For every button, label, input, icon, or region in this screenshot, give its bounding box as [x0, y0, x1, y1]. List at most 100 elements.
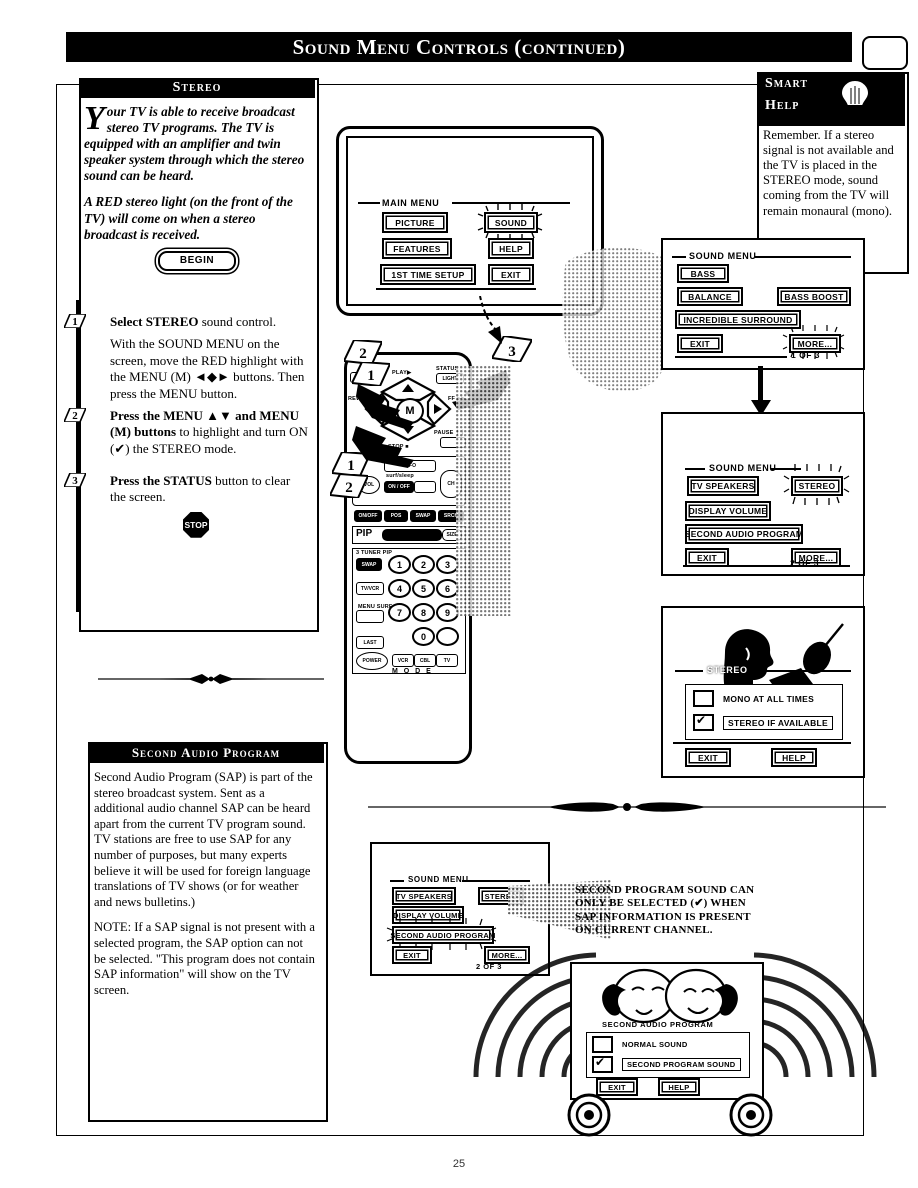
- sound-menu-1-page-indicator: 1 OF 3: [791, 350, 820, 360]
- remote-last-button[interactable]: LAST: [356, 636, 384, 649]
- step-1-body: With the SOUND MENU on the screen, move …: [110, 336, 305, 401]
- checkbox-normal-sound[interactable]: [592, 1036, 613, 1053]
- remote-mode-vcr-button[interactable]: VCR: [392, 654, 414, 667]
- sound-menu-1-bass-boost-button[interactable]: BASS BOOST: [777, 287, 851, 306]
- sound-menu-2-stereo-button[interactable]: STEREO: [791, 476, 843, 496]
- sap-option-normal-sound-label: NORMAL SOUND: [622, 1040, 688, 1049]
- svg-text:3: 3: [72, 475, 78, 487]
- remote-power-button[interactable]: POWER: [356, 652, 388, 670]
- remote-key-dash[interactable]: [436, 627, 459, 646]
- svg-text:1: 1: [72, 316, 78, 328]
- page-title: Sound Menu Controls (continued): [292, 34, 626, 59]
- sap-select-title: SECOND AUDIO PROGRAM: [602, 1020, 714, 1029]
- step-1-heading: Select STEREO: [110, 314, 199, 329]
- sound-menu-1-incredible-surround-button[interactable]: INCREDIBLE SURROUND: [675, 310, 801, 329]
- sound-menu-1-balance-button[interactable]: BALANCE: [677, 287, 743, 306]
- stereo-option-mono[interactable]: MONO AT ALL TIMES: [693, 690, 814, 707]
- arrow-main-menu-to-remote: [470, 296, 506, 348]
- remote-key-4[interactable]: 4: [388, 579, 411, 598]
- steps-vertical-rule: [76, 300, 79, 612]
- remote-key-8[interactable]: 8: [412, 603, 435, 622]
- remote-size-button[interactable]: SIZE: [442, 529, 462, 541]
- sap-panel-body: Second Audio Program (SAP) is part of th…: [94, 770, 318, 1009]
- remote-swap-button[interactable]: SWAP: [356, 558, 382, 571]
- sound-menu-2-tv-speakers-button[interactable]: TV SPEAKERS: [687, 476, 759, 496]
- sound-menu-3-page-indicator: 2 OF 3: [476, 962, 502, 971]
- ornament-divider-left: [98, 672, 324, 686]
- sap-option-second-program-sound[interactable]: SECOND PROGRAM SOUND: [592, 1055, 741, 1073]
- remote-pip-pos-button[interactable]: POS: [384, 510, 408, 522]
- main-menu-sound-button[interactable]: SOUND: [484, 212, 538, 233]
- sap-select-osd: SECOND AUDIO PROGRAM NORMAL SOUND SECOND…: [572, 964, 762, 1098]
- sound-menu-1-bass-button[interactable]: BASS: [677, 264, 729, 283]
- pointing-hand-right: [448, 366, 510, 412]
- sound-menu-2-title: SOUND MENU: [709, 463, 777, 473]
- remote-key-7[interactable]: 7: [388, 603, 411, 622]
- sound-menu-2-display-volume-button[interactable]: DISPLAY VOLUME: [685, 501, 771, 521]
- lightbulb-icon: [838, 78, 872, 122]
- remote-key-9[interactable]: 9: [436, 603, 459, 622]
- stereo-paragraph-2: A RED stereo light (on the front of the …: [84, 194, 293, 242]
- sound-menu-3-exit-button[interactable]: EXIT: [392, 946, 432, 964]
- remote-key-3[interactable]: 3: [436, 555, 459, 574]
- remote-tv-vcr-button[interactable]: TV/VCR: [356, 582, 384, 595]
- remote-key-2[interactable]: 2: [412, 555, 435, 574]
- remote-pip-slider[interactable]: [382, 529, 442, 541]
- sound-menu-3-second-audio-program-button[interactable]: SECOND AUDIO PROGRAM: [390, 926, 495, 944]
- remote-key-1[interactable]: 1: [388, 555, 411, 574]
- remote-on-off-button[interactable]: ON / OFF: [384, 481, 414, 493]
- sound-menu-2-footer-rule: [683, 565, 795, 567]
- stereo-panel-header: Stereo: [79, 78, 315, 98]
- remote-mode-cbl-button[interactable]: CBL: [414, 654, 436, 667]
- remote-pip-label: PIP: [356, 528, 373, 539]
- main-menu-first-time-setup-button[interactable]: 1ST TIME SETUP: [380, 264, 476, 285]
- remote-key-6[interactable]: 6: [436, 579, 459, 598]
- remote-ch-rocker[interactable]: CH: [440, 470, 462, 498]
- sap-select-help-button[interactable]: HELP: [658, 1078, 700, 1096]
- sap-paragraph-1: Second Audio Program (SAP) is part of th…: [94, 770, 313, 909]
- main-menu-exit-button[interactable]: EXIT: [488, 264, 534, 285]
- sound-menu-1-screen: SOUND MENU BASS BALANCE BASS BOOST INCRE…: [661, 238, 865, 370]
- remote-surf-button[interactable]: [356, 610, 384, 623]
- remote-pip-swap-button[interactable]: SWAP: [410, 510, 436, 522]
- remote-surf-sleep-label: surf/sleep: [386, 473, 414, 479]
- sound-menu-3-tv-speakers-button[interactable]: TV SPEAKERS: [392, 887, 456, 905]
- step-3: 3 Press the STATUS button to clear the s…: [64, 473, 308, 506]
- sap-option-normal-sound[interactable]: NORMAL SOUND: [592, 1036, 688, 1053]
- sound-menu-1-exit-button[interactable]: EXIT: [677, 334, 723, 353]
- page-number: 25: [452, 1158, 466, 1170]
- svg-text:2: 2: [345, 480, 353, 496]
- sap-select-screen: SECOND AUDIO PROGRAM NORMAL SOUND SECOND…: [570, 962, 764, 1100]
- remote-key-5[interactable]: 5: [412, 579, 435, 598]
- remote-key-0[interactable]: 0: [412, 627, 435, 646]
- main-menu-help-button[interactable]: HELP: [488, 238, 534, 259]
- stereo-select-exit-button[interactable]: EXIT: [685, 748, 731, 767]
- sap-select-exit-button[interactable]: EXIT: [596, 1078, 638, 1096]
- sound-menu-3-screen: SOUND MENU TV SPEAKERS STEREO DISPLAY VO…: [370, 842, 550, 976]
- stereo-select-title: STEREO: [707, 665, 748, 675]
- remote-callout-2-bottom: 2: [330, 474, 368, 498]
- sound-menu-3-display-volume-button[interactable]: DISPLAY VOLUME: [392, 906, 464, 924]
- remote-pip-onoff-button[interactable]: ON/OFF: [354, 510, 382, 522]
- remote-3tuner-pip-label: 3 TUNER PIP: [356, 550, 393, 556]
- checkbox-second-program-sound[interactable]: [592, 1055, 613, 1073]
- stereo-option-stereo-if-available[interactable]: STEREO IF AVAILABLE: [693, 713, 833, 731]
- remote-aux-button[interactable]: [414, 481, 436, 493]
- drop-cap-letter: Y: [84, 100, 105, 137]
- sound-menu-3-osd: SOUND MENU TV SPEAKERS STEREO DISPLAY VO…: [372, 844, 548, 974]
- main-menu-picture-button[interactable]: PICTURE: [382, 212, 448, 233]
- main-menu-tv-inner: MAIN MENU PICTURE SOUND FEATURES HELP 1S…: [346, 136, 594, 306]
- sound-menu-3-stereo-button[interactable]: STEREO: [478, 887, 524, 905]
- remote-mode-tv-button[interactable]: TV: [436, 654, 458, 667]
- main-menu-features-button[interactable]: FEATURES: [382, 238, 452, 259]
- sound-menu-2-second-audio-program-button[interactable]: SECOND AUDIO PROGRAM: [685, 524, 803, 544]
- stereo-panel-body: Y our TV is able to receive broadcast st…: [84, 100, 310, 271]
- checkbox-stereo-if-available[interactable]: [693, 713, 714, 731]
- stereo-select-help-button[interactable]: HELP: [771, 748, 817, 767]
- smart-help-body: Remember. If a stereo signal is not avai…: [763, 128, 894, 218]
- checkbox-mono[interactable]: [693, 690, 714, 707]
- sap-caption: SECOND PROGRAM SOUND CAN ONLY BE SELECTE…: [575, 884, 755, 937]
- remote-pip-srch-button[interactable]: SRCH: [438, 510, 464, 522]
- remote-callout-2-top: 2: [344, 340, 382, 364]
- step-1-heading-rest: sound control.: [198, 314, 277, 329]
